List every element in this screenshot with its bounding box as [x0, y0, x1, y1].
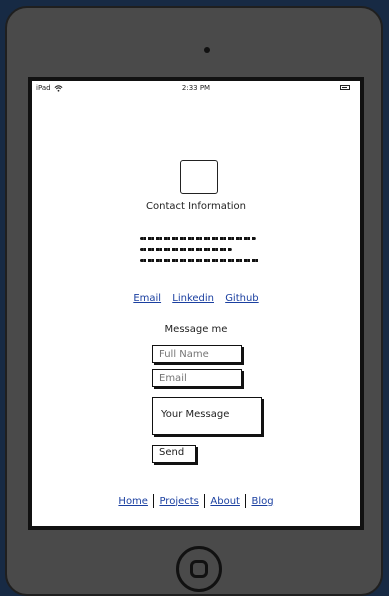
nav-projects-link[interactable]: Projects — [154, 496, 203, 507]
email-link[interactable]: Email — [133, 293, 161, 304]
home-button-icon — [190, 560, 208, 578]
message-textarea[interactable]: Your Message — [152, 397, 262, 435]
nav-blog-link[interactable]: Blog — [246, 496, 278, 507]
message-placeholder: Your Message — [161, 409, 230, 420]
linkedin-link[interactable]: Linkedin — [172, 293, 214, 304]
footer-nav: Home Projects About Blog — [32, 494, 360, 508]
scribble-line — [140, 259, 260, 262]
contact-title: Contact Information — [146, 201, 246, 212]
email-input[interactable] — [152, 369, 242, 387]
avatar-placeholder — [180, 160, 218, 194]
camera-dot — [204, 47, 210, 53]
home-button[interactable] — [176, 546, 222, 592]
nav-about-link[interactable]: About — [205, 496, 245, 507]
status-time: 2:33 PM — [181, 84, 211, 92]
scribble-line — [140, 237, 256, 240]
full-name-input[interactable] — [152, 345, 242, 363]
tablet-screen: iPad 2:33 PM Contact Information Email L… — [28, 77, 364, 530]
nav-home-link[interactable]: Home — [113, 496, 153, 507]
send-button[interactable]: Send — [152, 445, 196, 463]
scribble-line — [140, 248, 232, 251]
message-heading: Message me — [164, 324, 228, 335]
battery-icon — [340, 85, 350, 90]
status-bar: iPad 2:33 PM — [32, 81, 360, 95]
github-link[interactable]: Github — [225, 293, 258, 304]
contact-links: Email Linkedin Github — [32, 293, 360, 304]
